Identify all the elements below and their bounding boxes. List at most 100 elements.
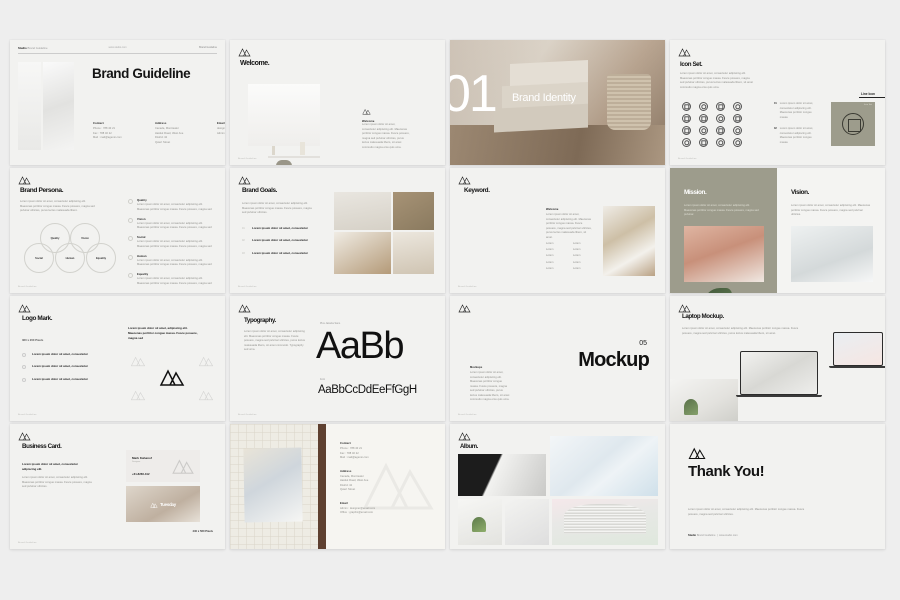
address-column: Address Canada, Montrealer Haiduk Road, We… xyxy=(155,122,184,144)
venn-circle-social: Social xyxy=(24,243,54,273)
section-number: 01 xyxy=(450,65,498,123)
brand-logo-icon xyxy=(18,175,31,185)
check-circle-icon[interactable] xyxy=(733,102,742,111)
footer-brand: Studio xyxy=(688,534,697,537)
accent-bar xyxy=(318,424,326,549)
slide-welcome[interactable]: Welcome. Welcome Lorem ipsum dolor sit a… xyxy=(230,40,445,165)
slide-mission-vision[interactable]: Mission. Lorem ipsum dolor sit amet, con… xyxy=(670,168,885,293)
brand-logo-icon xyxy=(678,303,691,313)
rss-icon[interactable] xyxy=(682,114,691,123)
caption-label: Mockups xyxy=(470,366,483,369)
album-photo xyxy=(505,499,549,545)
note-number: 01 xyxy=(774,102,777,105)
page-body: Lorem ipsum dolor sit amet, consectetur … xyxy=(680,72,754,89)
brand-logo-icon xyxy=(458,175,471,185)
laptop-mockup-front xyxy=(736,351,822,397)
refresh-icon[interactable] xyxy=(682,138,691,147)
slide-album[interactable]: Album. xyxy=(450,424,665,549)
goal-steps: 01 Lorem ipsum dolor sit amet, consectetu… xyxy=(242,226,320,263)
brand-logo-icon xyxy=(238,47,251,57)
slide-footer: Brand Guideline xyxy=(18,542,37,544)
info-icon[interactable] xyxy=(716,138,725,147)
slide-footer: Brand Guideline xyxy=(458,414,477,416)
minus-circle-icon[interactable] xyxy=(733,138,742,147)
business-card-front: Mark Kahanof Designer +61-8266-312 xyxy=(126,450,200,482)
bullet-icon xyxy=(128,199,133,204)
slide-business-card[interactable]: Business Card. Lorem ipsum dolor sit ame… xyxy=(10,424,225,549)
slide-logo-mark[interactable]: Logo Mark. 360 x 200 Pixels Lorem ipsum … xyxy=(10,296,225,421)
slide-icon-set[interactable]: Icon Set. Lorem ipsum dolor sit amet, co… xyxy=(670,40,885,165)
laptop-mockup-side xyxy=(829,332,885,368)
page-title: Keyword. xyxy=(464,187,490,194)
interior-photo xyxy=(248,84,320,165)
scissors-icon[interactable] xyxy=(716,126,725,135)
page-title: Laptop Mockup. xyxy=(682,313,724,320)
brand-logo-icon xyxy=(18,303,31,313)
book-icon[interactable] xyxy=(699,114,708,123)
keyword-item: Lorem xyxy=(546,254,554,258)
slide-thumbnail-grid: Studio Brand Guideline www.studio.com Br… xyxy=(10,40,890,560)
slide-footer: Brand Guideline xyxy=(18,286,37,288)
slide-footer: Studio Brand Guideline | www.studio.com xyxy=(688,534,738,537)
mission-panel: Mission. Lorem ipsum dolor sit amet, con… xyxy=(670,168,777,293)
type-specimen-alphabet: AaBbCcDdEeFfGgH xyxy=(318,384,417,396)
swatch-tag: Icon Set xyxy=(863,104,872,106)
icon-notes: 01 Lorem ipsum dolor sit amet, consectetu… xyxy=(774,102,816,152)
brand-logo-icon xyxy=(150,495,158,513)
footer-site: www.studio.com xyxy=(718,534,738,537)
dimension-label: 360 x 200 Pixels xyxy=(22,338,44,342)
brand-logo-icon xyxy=(688,446,706,460)
slide-footer: Brand Guideline xyxy=(678,158,697,160)
card-brand: Tuesday xyxy=(159,501,177,507)
compass-icon[interactable] xyxy=(716,102,725,111)
brand-logo-icon xyxy=(130,388,146,401)
slide-keyword[interactable]: Keyword. Welcome Lorem ipsum dolor sit a… xyxy=(450,168,665,293)
camera-icon[interactable] xyxy=(682,126,691,135)
brand-logo-icon xyxy=(362,102,371,119)
slide-contact-grid[interactable]: Contact Phone : 788 40 21 Fax : 788 40 22 M… xyxy=(230,424,445,549)
clock-circle-icon[interactable] xyxy=(716,114,725,123)
slide-mockup-divider[interactable]: Mockups Lorem ipsum dolor sit amet, cons… xyxy=(450,296,665,421)
page-body: Lorem ipsum dolor sit amet, consectetur … xyxy=(20,200,95,213)
page-body: Lorem ipsum dolor sit amet, consectetur … xyxy=(688,508,805,516)
brand-logo-icon xyxy=(458,431,471,441)
list-item: 01 Lorem ipsum dolor sit amet, consectetu… xyxy=(242,226,308,230)
calendar-icon[interactable] xyxy=(733,114,742,123)
page-body: Lorem ipsum dolor sit amet, consectetur … xyxy=(244,330,305,352)
photo xyxy=(334,192,391,230)
list-item: Equality Lorem ipsum dolor sit amet, cons… xyxy=(128,273,216,286)
search-icon[interactable] xyxy=(699,102,708,111)
venn-circle-human: Human xyxy=(55,243,85,273)
keyword-list: Lorem Lorem Lorem Lorem Lorem Lorem Lorem Lo… xyxy=(546,242,600,270)
slide-header-left: Studio Brand Guideline xyxy=(18,46,48,50)
clock-icon[interactable] xyxy=(699,126,708,135)
grid-icon[interactable] xyxy=(699,138,708,147)
caption-body: Lorem ipsum dolor sit amet, consectetur … xyxy=(362,123,410,149)
bullet-icon xyxy=(22,353,26,357)
list-item: Quality Lorem ipsum dolor sit amet, conse… xyxy=(128,199,216,212)
slide-typography[interactable]: Typography. Lorem ipsum dolor sit amet, … xyxy=(230,296,445,421)
logo-pattern xyxy=(128,352,216,402)
slide-brand-identity-divider[interactable]: 01 Brand Identity xyxy=(450,40,665,165)
keyword-item: Lorem xyxy=(573,254,581,258)
list-item: Vision Lorem ipsum dolor sit amet, consec… xyxy=(128,217,216,231)
slide-brand-guideline[interactable]: Studio Brand Guideline www.studio.com Br… xyxy=(10,40,225,165)
contact-column: Contact Phone : 788 40 21 Fax : 788 40 22 M… xyxy=(93,122,122,140)
keyword-item: Lorem xyxy=(573,260,581,264)
caption-block: Mockups Lorem ipsum dolor sit amet, cons… xyxy=(470,366,510,403)
brand-logo-icon xyxy=(458,303,471,313)
slide-thank-you[interactable]: Thank You! Lorem ipsum dolor sit amet, c… xyxy=(670,424,885,549)
photo xyxy=(393,192,434,230)
slide-brand-goals[interactable]: Brand Goals. Lorem ipsum dolor sit amet,… xyxy=(230,168,445,293)
keyword-item: Lorem xyxy=(546,266,554,270)
settings-icon[interactable] xyxy=(733,126,742,135)
photo xyxy=(393,232,434,274)
logo-description: Lorem ipsum dolor sit amet, adipiscing e… xyxy=(128,326,198,340)
slide-laptop-mockup[interactable]: Laptop Mockup. Lorem ipsum dolor sit ame… xyxy=(670,296,885,421)
target-icon[interactable] xyxy=(682,102,691,111)
slide-brand-persona[interactable]: Brand Persona. Lorem ipsum dolor sit ame… xyxy=(10,168,225,293)
list-item: 03 Lorem ipsum dolor sit amet, consectetu… xyxy=(242,250,308,255)
page-title: Album. xyxy=(460,444,478,450)
brand-logo-icon xyxy=(678,47,691,57)
photo-gallery xyxy=(334,192,434,274)
